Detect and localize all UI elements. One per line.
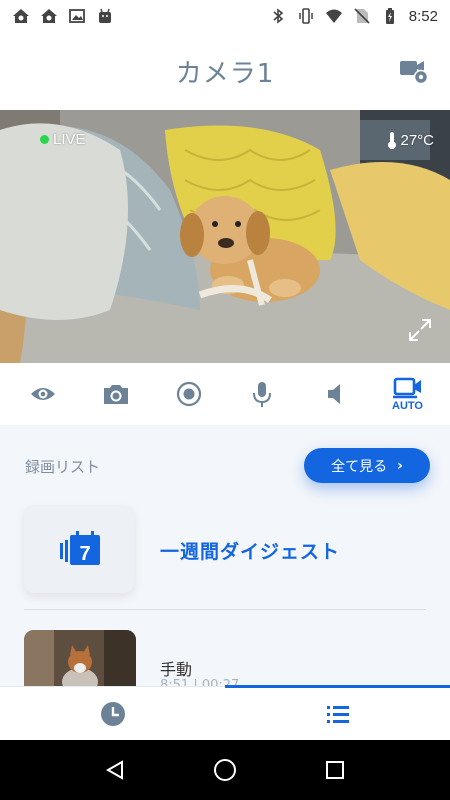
record-icon	[176, 381, 201, 407]
image-icon	[69, 9, 85, 23]
live-indicator: LIVE	[40, 131, 86, 148]
calendar-day: 7	[79, 543, 90, 565]
tab-list[interactable]	[225, 687, 450, 741]
auto-mode-button[interactable]: AUTO	[384, 370, 432, 418]
history-icon	[100, 702, 125, 726]
home-icon	[214, 759, 236, 781]
snapshot-button[interactable]	[92, 370, 140, 418]
app-bar: カメラ1	[0, 32, 450, 110]
live-video[interactable]: LIVE 27°C	[0, 110, 450, 363]
live-dot-icon	[40, 135, 49, 144]
record-button[interactable]	[165, 370, 213, 418]
home-button[interactable]	[205, 750, 245, 790]
camera-icon	[103, 385, 128, 404]
live-label: LIVE	[53, 131, 86, 148]
status-time: 8:52	[408, 7, 438, 25]
digest-thumbnail: 7	[24, 505, 134, 593]
bluetooth-icon	[273, 8, 284, 24]
recording-thumbnail	[24, 630, 136, 692]
battery-charging-icon	[385, 8, 394, 24]
page-title: カメラ1	[175, 58, 275, 89]
tab-history[interactable]	[0, 687, 225, 741]
recordings-section-label: 録画リスト	[25, 458, 101, 476]
recordings-header: 録画リスト 全て見る ›	[0, 440, 450, 490]
see-all-button[interactable]: 全て見る ›	[304, 448, 430, 483]
wifi-icon	[325, 9, 342, 23]
home-camera-icon	[13, 9, 29, 23]
weekly-digest-item[interactable]: 7 一週間ダイジェスト	[0, 505, 450, 595]
recents-icon	[326, 761, 344, 779]
fullscreen-icon[interactable]	[408, 318, 432, 342]
temperature-readout: 27°C	[387, 131, 434, 149]
status-bar: 8:52	[0, 0, 450, 32]
divider	[24, 609, 426, 610]
android-icon	[99, 8, 111, 23]
back-icon	[105, 760, 123, 780]
calendar-digest-icon: 7	[60, 531, 100, 565]
view-button[interactable]	[19, 370, 67, 418]
digest-title: 一週間ダイジェスト	[160, 541, 341, 563]
camera-controls: AUTO	[0, 363, 450, 425]
back-button[interactable]	[95, 750, 135, 790]
chevron-right-icon: ›	[397, 457, 403, 474]
system-nav-bar	[0, 740, 450, 800]
home-camera-icon	[41, 9, 57, 23]
camera-settings-icon[interactable]	[398, 54, 430, 86]
speaker-icon	[327, 384, 340, 404]
speaker-button[interactable]	[311, 370, 359, 418]
thermometer-icon	[388, 132, 397, 149]
no-sim-icon	[354, 8, 370, 24]
eye-icon	[30, 388, 55, 400]
recents-button[interactable]	[315, 750, 355, 790]
see-all-label: 全て見る	[331, 458, 388, 475]
mic-icon	[252, 382, 271, 407]
vibrate-icon	[299, 8, 313, 24]
temperature-value: 27°C	[400, 131, 434, 149]
bottom-tab-bar	[0, 685, 450, 741]
auto-mode-label: AUTO	[392, 399, 423, 412]
recording-thumbnail-image	[24, 630, 136, 692]
video-call-icon	[392, 377, 421, 398]
list-icon	[326, 706, 349, 723]
microphone-button[interactable]	[238, 370, 286, 418]
recording-title: 手動	[160, 660, 193, 679]
